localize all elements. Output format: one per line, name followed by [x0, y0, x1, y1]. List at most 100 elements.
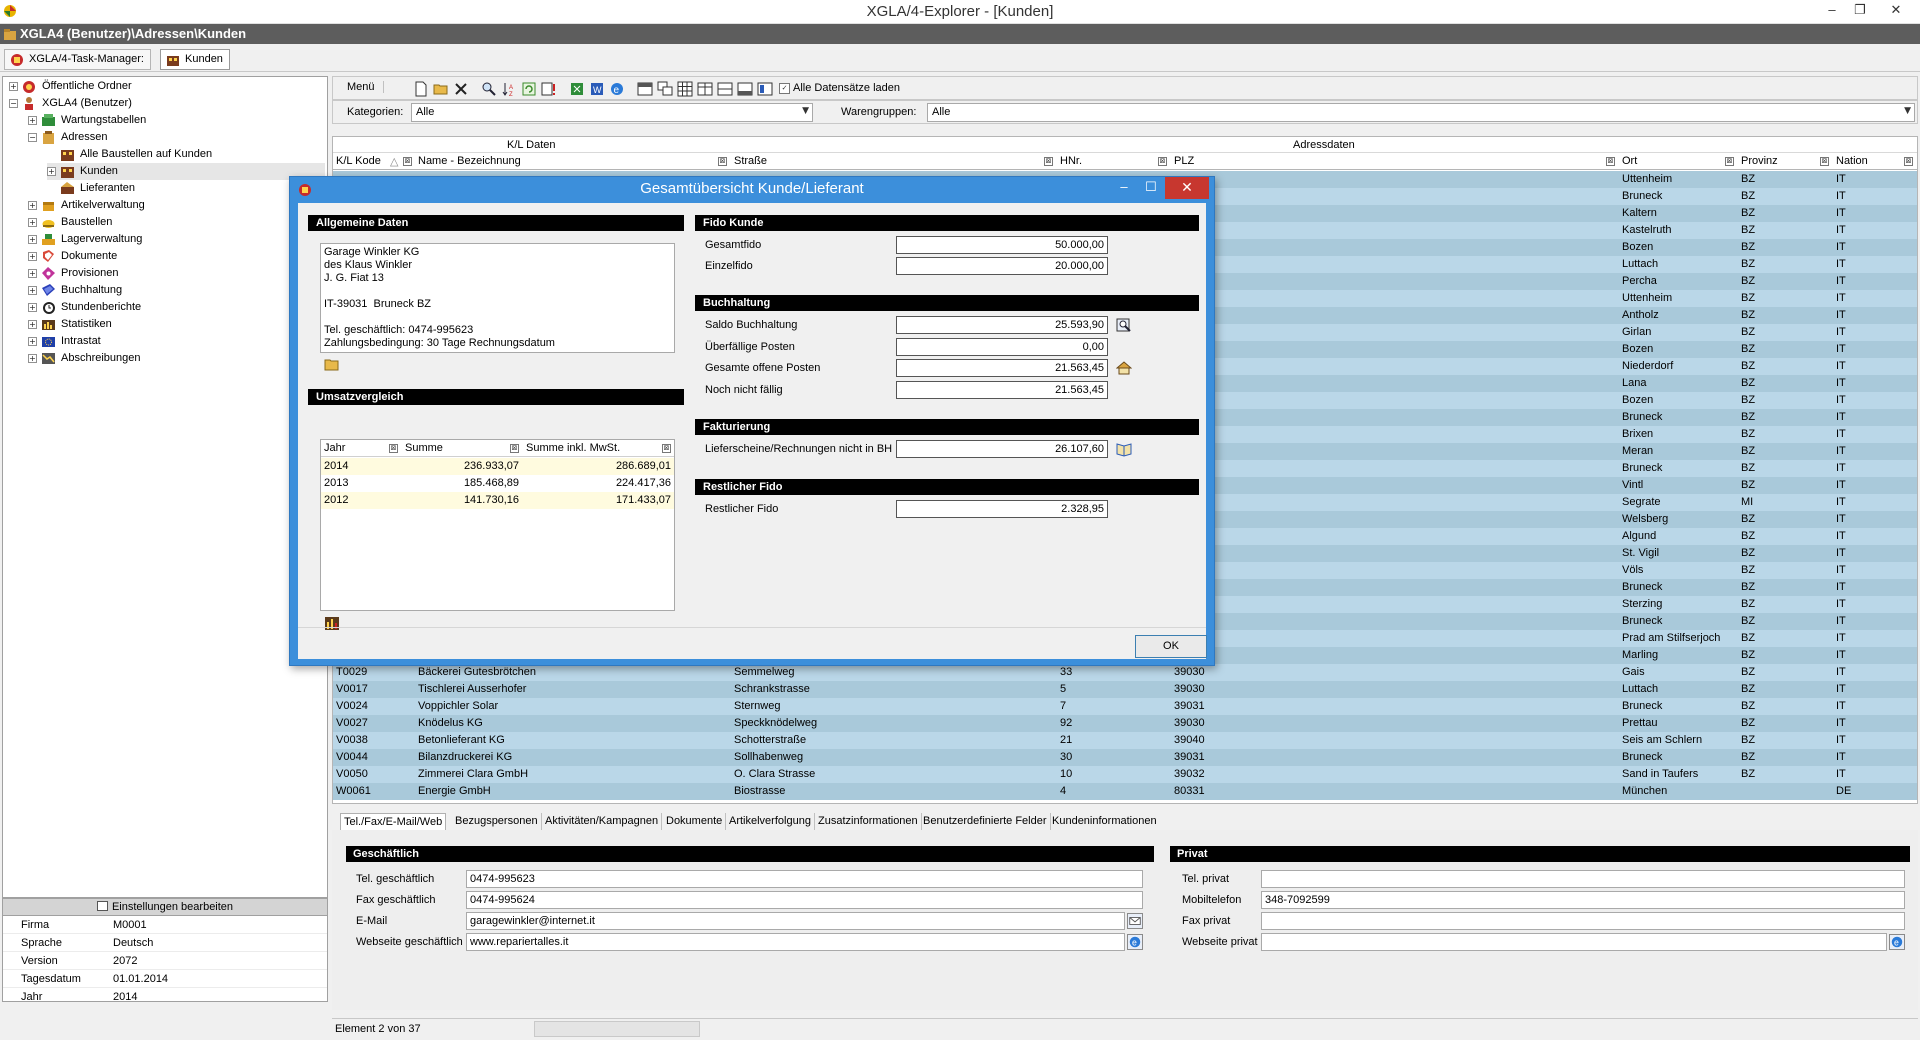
dialog-close-button[interactable]: ✕: [1165, 177, 1209, 199]
tab-artikelverfolgung[interactable]: Artikelverfolgung: [726, 813, 815, 830]
layout-cascade-icon[interactable]: [657, 81, 673, 97]
expand-icon[interactable]: +: [28, 235, 37, 244]
filter-checkbox-icon[interactable]: ⊠: [389, 444, 398, 453]
internet-explorer-icon[interactable]: e: [609, 81, 625, 97]
filter-checkbox-icon[interactable]: ⊠: [1820, 157, 1829, 166]
table-row[interactable]: 2014 236.933,07 286.689,01: [321, 458, 674, 475]
open-folder-icon[interactable]: [433, 81, 449, 97]
expand-icon[interactable]: +: [28, 354, 37, 363]
alert-icon[interactable]: [541, 81, 557, 97]
fax-geschaeftlich-input[interactable]: 0474-995624: [466, 891, 1143, 909]
delete-icon[interactable]: [453, 81, 469, 97]
ok-button[interactable]: OK: [1135, 635, 1207, 658]
open-book-icon[interactable]: [1116, 441, 1132, 457]
kategorien-select[interactable]: Alle ▼: [411, 103, 813, 122]
send-email-icon[interactable]: [1127, 913, 1143, 929]
collapse-icon[interactable]: −: [9, 99, 18, 108]
table-row[interactable]: V0038 Betonlieferant KG Schotterstraße 21 39…: [333, 732, 1917, 749]
expand-icon[interactable]: +: [28, 269, 37, 278]
expand-icon[interactable]: +: [28, 286, 37, 295]
layout-split-icon[interactable]: [717, 81, 733, 97]
filter-checkbox-icon[interactable]: ⊠: [1725, 157, 1734, 166]
expand-icon[interactable]: +: [47, 167, 56, 176]
filter-checkbox-icon[interactable]: ⊠: [1606, 157, 1615, 166]
tab-dokumente[interactable]: Dokumente: [663, 813, 727, 830]
col-name[interactable]: Name - Bezeichnung: [418, 155, 521, 167]
open-items-icon[interactable]: [1116, 360, 1132, 376]
load-all-checkbox[interactable]: ✓: [779, 83, 790, 94]
sort-icon[interactable]: AZ: [501, 81, 517, 97]
table-row[interactable]: V0050 Zimmerei Clara GmbH O. Clara Strasse…: [333, 766, 1917, 783]
expand-icon[interactable]: +: [28, 252, 37, 261]
search-document-icon[interactable]: [1116, 317, 1132, 333]
tree-node-kunden[interactable]: + Kunden: [47, 163, 325, 180]
table-row[interactable]: 2012 141.730,16 171.433,07: [321, 492, 674, 509]
bar-chart-icon[interactable]: [324, 615, 340, 631]
new-document-icon[interactable]: [413, 81, 429, 97]
expand-icon[interactable]: +: [28, 218, 37, 227]
layout-top-icon[interactable]: [637, 81, 653, 97]
layout-bottom-icon[interactable]: [737, 81, 753, 97]
webseite-privat-input[interactable]: [1261, 933, 1887, 951]
expand-icon[interactable]: +: [9, 82, 18, 91]
export-word-icon[interactable]: W: [589, 81, 605, 97]
table-row[interactable]: V0027 Knödelus KG Speckknödelweg 92 39030 Pre…: [333, 715, 1917, 732]
filter-checkbox-icon[interactable]: ⊠: [403, 157, 412, 166]
navigation-tree[interactable]: + Öffentliche Ordner − XGLA4 (Benutzer) …: [2, 76, 328, 898]
filter-checkbox-icon[interactable]: ⊠: [1904, 157, 1913, 166]
webseite-geschaeftlich-input[interactable]: www.repariertalles.it: [466, 933, 1125, 951]
minimize-button[interactable]: –: [1818, 0, 1846, 22]
expand-icon[interactable]: +: [28, 337, 37, 346]
properties-icon[interactable]: [757, 81, 773, 97]
task-manager-button[interactable]: XGLA/4-Task-Manager:: [4, 49, 151, 70]
open-folder-icon[interactable]: [324, 357, 340, 371]
table-row[interactable]: W0061 Energie GmbH Biostrasse 4 80331 München…: [333, 783, 1917, 800]
tab-aktivitaeten-kampagnen[interactable]: Aktivitäten/Kampagnen: [542, 813, 663, 830]
table-view-icon[interactable]: [697, 81, 713, 97]
col-provinz[interactable]: Provinz: [1741, 155, 1778, 167]
col-plz[interactable]: PLZ: [1174, 155, 1194, 167]
tel-privat-input[interactable]: [1261, 870, 1905, 888]
fax-privat-input[interactable]: [1261, 912, 1905, 930]
email-input[interactable]: garagewinkler@internet.it: [466, 912, 1125, 930]
expand-icon[interactable]: +: [28, 303, 37, 312]
expand-icon[interactable]: +: [28, 116, 37, 125]
tab-zusatzinformationen[interactable]: Zusatzinformationen: [815, 813, 922, 830]
filter-checkbox-icon[interactable]: ⊠: [718, 157, 727, 166]
task-kunden-button[interactable]: Kunden: [160, 49, 230, 70]
settings-header[interactable]: Einstellungen bearbeiten: [3, 899, 327, 916]
close-button[interactable]: ✕: [1882, 0, 1910, 22]
restore-button[interactable]: ❐: [1846, 0, 1874, 22]
dialog-maximize-button[interactable]: ☐: [1138, 177, 1164, 199]
warengruppen-select[interactable]: Alle ▼: [927, 103, 1915, 122]
col-strasse[interactable]: Straße: [734, 155, 767, 167]
col-kl-kode[interactable]: K/L Kode: [336, 155, 381, 167]
search-icon[interactable]: [481, 81, 497, 97]
expand-icon[interactable]: +: [28, 320, 37, 329]
tab-tel-fax-email-web[interactable]: Tel./Fax/E-Mail/Web: [340, 813, 447, 830]
open-website-icon[interactable]: e: [1889, 934, 1905, 950]
filter-checkbox-icon[interactable]: ⊠: [510, 444, 519, 453]
collapse-icon[interactable]: −: [28, 133, 37, 142]
tab-bezugspersonen[interactable]: Bezugspersonen: [452, 813, 542, 830]
table-row[interactable]: V0017 Tischlerei Ausserhofer Schrankstrass…: [333, 681, 1917, 698]
col-ort[interactable]: Ort: [1622, 155, 1637, 167]
tab-benutzerdefinierte-felder[interactable]: Benutzerdefinierte Felder: [920, 813, 1051, 830]
mobiltelefon-input[interactable]: 348-7092599: [1261, 891, 1905, 909]
filter-checkbox-icon[interactable]: ⊠: [662, 444, 671, 453]
export-excel-icon[interactable]: [569, 81, 585, 97]
tab-kundeninformationen[interactable]: Kundeninformationen: [1049, 813, 1160, 830]
expand-icon[interactable]: +: [28, 201, 37, 210]
menu-button[interactable]: Menü: [339, 81, 384, 93]
open-website-icon[interactable]: e: [1127, 934, 1143, 950]
table-row[interactable]: 2013 185.468,89 224.417,36: [321, 475, 674, 492]
filter-checkbox-icon[interactable]: ⊠: [1158, 157, 1167, 166]
table-row[interactable]: V0044 Bilanzdruckerei KG Sollhabenweg 30 390…: [333, 749, 1917, 766]
col-hnr[interactable]: HNr.: [1060, 155, 1082, 167]
filter-checkbox-icon[interactable]: ⊠: [1044, 157, 1053, 166]
dialog-minimize-button[interactable]: –: [1110, 177, 1138, 199]
tel-geschaeftlich-input[interactable]: 0474-995623: [466, 870, 1143, 888]
col-nation[interactable]: Nation: [1836, 155, 1868, 167]
table-row[interactable]: V0024 Voppichler Solar Sternweg 7 39031 Brune…: [333, 698, 1917, 715]
refresh-icon[interactable]: [521, 81, 537, 97]
